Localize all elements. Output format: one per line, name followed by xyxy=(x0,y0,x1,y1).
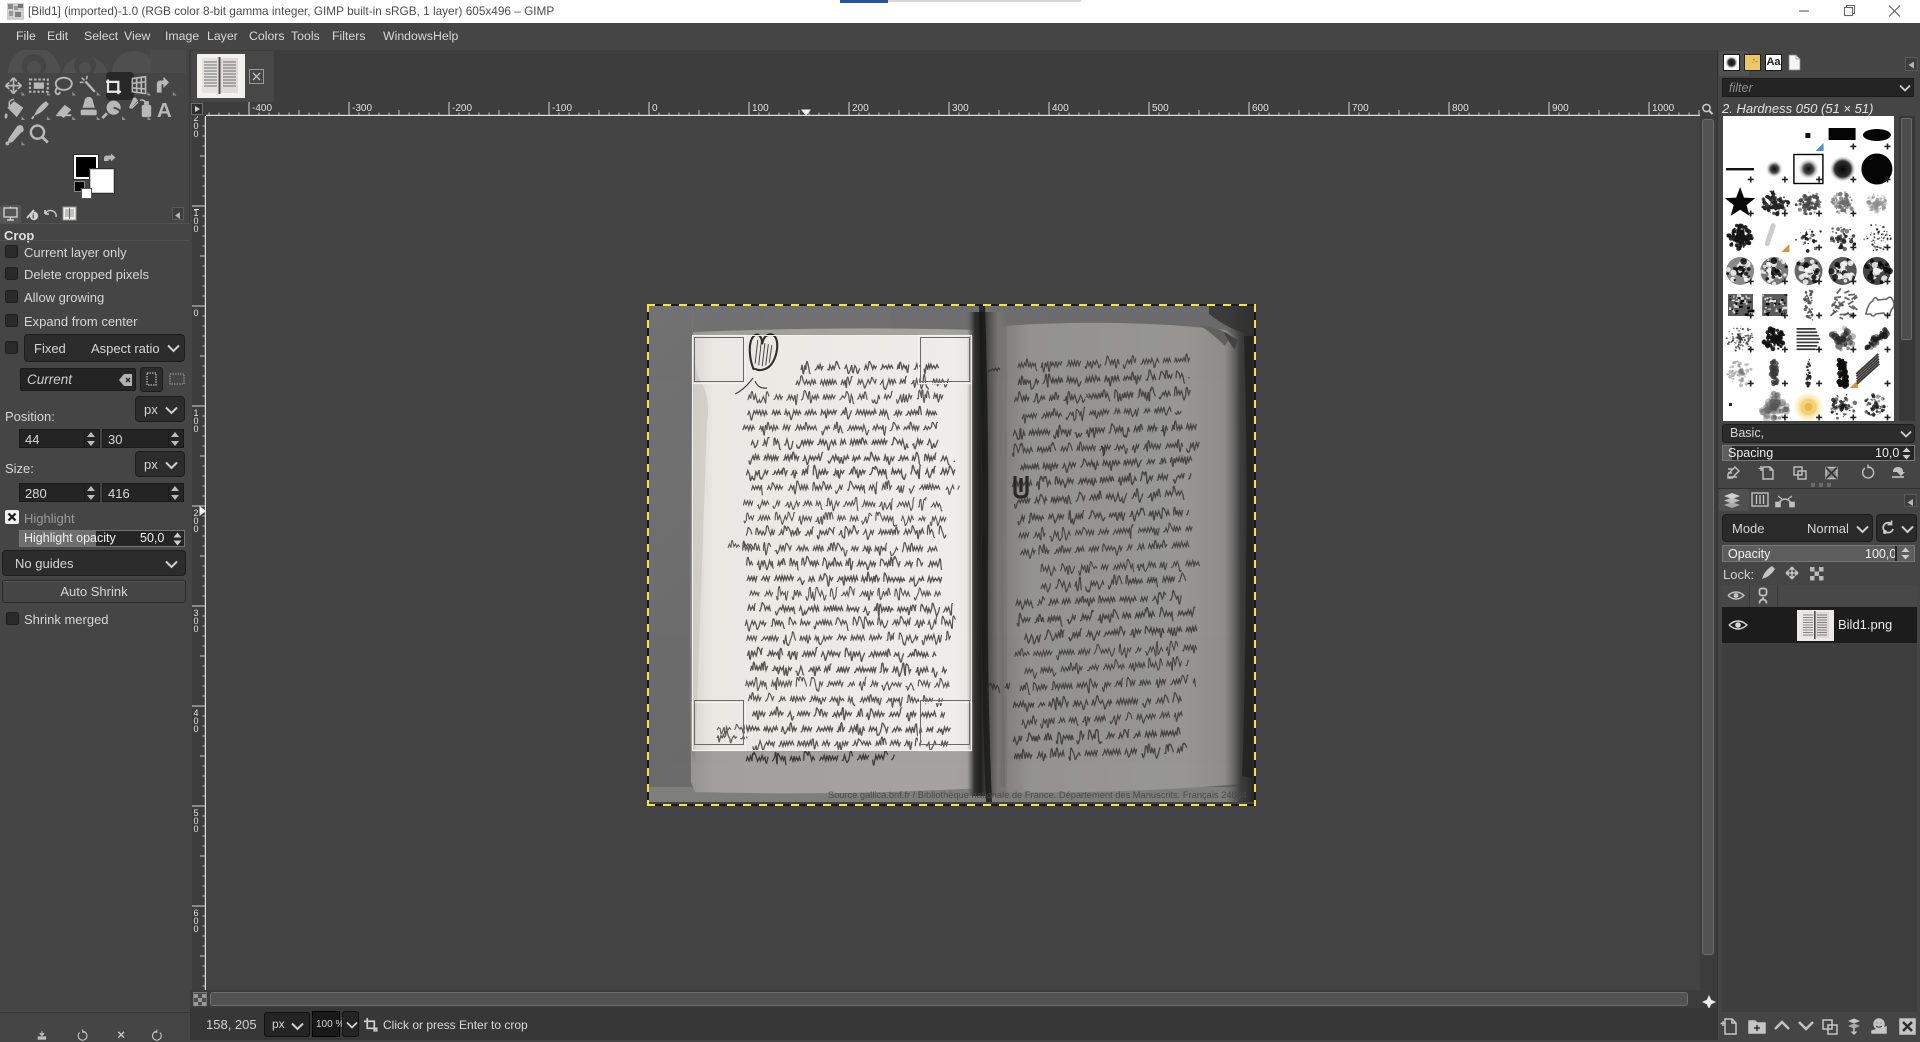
svg-text:200: 200 xyxy=(852,103,869,114)
svg-text:0: 0 xyxy=(194,724,199,734)
svg-text:0: 0 xyxy=(652,103,658,114)
svg-text:0: 0 xyxy=(194,824,199,834)
svg-text:700: 700 xyxy=(1352,103,1369,114)
svg-text:300: 300 xyxy=(952,103,969,114)
svg-text:0: 0 xyxy=(194,924,199,934)
svg-text:400: 400 xyxy=(1052,103,1069,114)
svg-text:1000: 1000 xyxy=(1652,103,1675,114)
svg-text:500: 500 xyxy=(1152,103,1169,114)
svg-text:-200: -200 xyxy=(452,103,472,114)
svg-text:-300: -300 xyxy=(352,103,372,114)
svg-text:100: 100 xyxy=(752,103,769,114)
svg-text:0: 0 xyxy=(194,308,199,318)
svg-text:800: 800 xyxy=(1452,103,1469,114)
svg-text:600: 600 xyxy=(1252,103,1269,114)
svg-text:A: A xyxy=(157,99,172,122)
svg-text:0: 0 xyxy=(194,224,199,234)
svg-text:0: 0 xyxy=(194,424,199,434)
svg-text:-400: -400 xyxy=(252,103,272,114)
svg-text:i: i xyxy=(32,214,34,221)
svg-text:-100: -100 xyxy=(552,103,572,114)
svg-text:900: 900 xyxy=(1552,103,1569,114)
svg-text:0: 0 xyxy=(194,129,199,139)
svg-text:0: 0 xyxy=(194,624,199,634)
svg-text:0: 0 xyxy=(194,524,199,534)
